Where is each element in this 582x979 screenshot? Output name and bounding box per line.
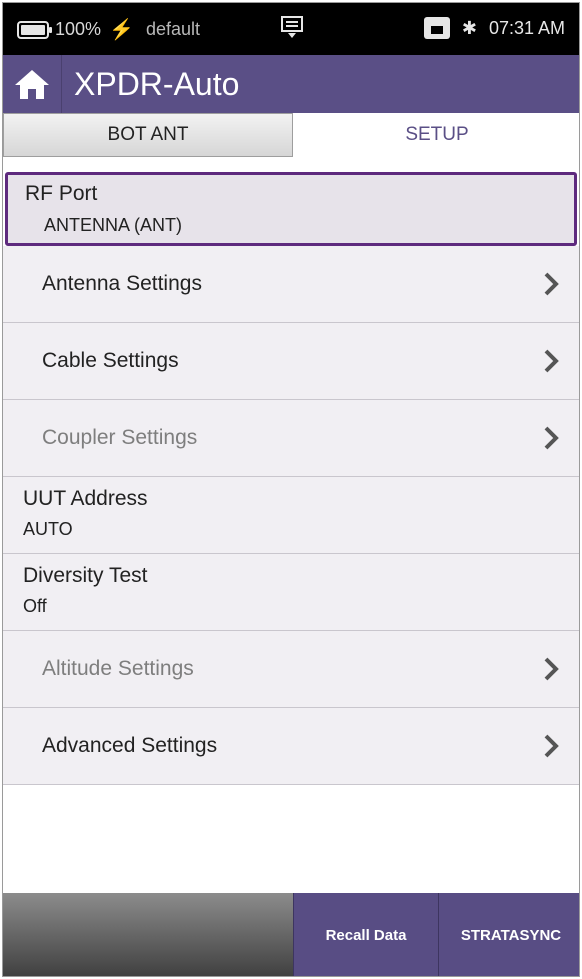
cable-settings-item[interactable]: Cable Settings [3,323,579,400]
app-bar: XPDR-Auto [3,55,579,113]
uut-address-title: UUT Address [23,487,148,510]
chevron-right-icon [544,349,559,373]
app-title: XPDR-Auto [74,65,240,102]
bottom-action-bar: Recall Data STRATASYNC [3,893,579,976]
clock: 07:31 AM [488,17,565,38]
altitude-settings-label: Altitude Settings [42,657,194,680]
home-button[interactable] [3,55,62,113]
bluetooth-icon: ✱ [461,17,477,38]
tab-bot-ant[interactable]: BOT ANT [3,113,293,157]
rf-port-value: ANTENNA (ANT) [44,215,183,235]
stratasync-button[interactable]: STRATASYNC [438,893,579,976]
rf-port-item[interactable]: RF Port ANTENNA (ANT) [5,172,577,246]
tab-bar: BOT ANT SETUP [3,113,579,157]
charging-bolt-icon: ⚡ [109,19,134,41]
status-right: ✱ 07:31 AM [423,17,565,39]
advanced-settings-label: Advanced Settings [42,734,218,757]
altitude-settings-item[interactable]: Altitude Settings [3,631,579,708]
battery-icon [17,20,52,39]
profile-label: default [145,19,200,39]
ethernet-icon [423,17,450,39]
coupler-settings-item[interactable]: Coupler Settings [3,400,579,477]
chevron-right-icon [544,734,559,758]
home-icon [15,70,49,99]
coupler-settings-label: Coupler Settings [42,426,198,449]
advanced-settings-item[interactable]: Advanced Settings [3,708,579,785]
uut-address-value: AUTO [23,519,73,539]
notification-icon[interactable] [279,15,305,41]
device-screen: 100% ⚡ default ✱ 07:31 AM XPDR-Auto BOT … [2,2,580,977]
status-left: 100% ⚡ default [17,17,200,42]
tab-setup[interactable]: SETUP [293,113,579,157]
diversity-test-value: Off [23,596,47,616]
status-bar: 100% ⚡ default ✱ 07:31 AM [3,3,579,55]
recall-data-button[interactable]: Recall Data [293,893,438,976]
settings-list: RF Port ANTENNA (ANT) Antenna Settings C… [3,163,579,785]
uut-address-item[interactable]: UUT Address AUTO [3,477,579,554]
chevron-right-icon [544,426,559,450]
antenna-settings-label: Antenna Settings [42,272,202,295]
battery-percent: 100% [55,19,102,39]
chevron-right-icon [544,272,559,296]
rf-port-title: RF Port [25,182,98,205]
cable-settings-label: Cable Settings [42,349,179,372]
antenna-settings-item[interactable]: Antenna Settings [3,246,579,323]
diversity-test-item[interactable]: Diversity Test Off [3,554,579,631]
diversity-test-title: Diversity Test [23,564,148,587]
chevron-right-icon [544,657,559,681]
bottom-bar-empty-slot [3,893,293,976]
